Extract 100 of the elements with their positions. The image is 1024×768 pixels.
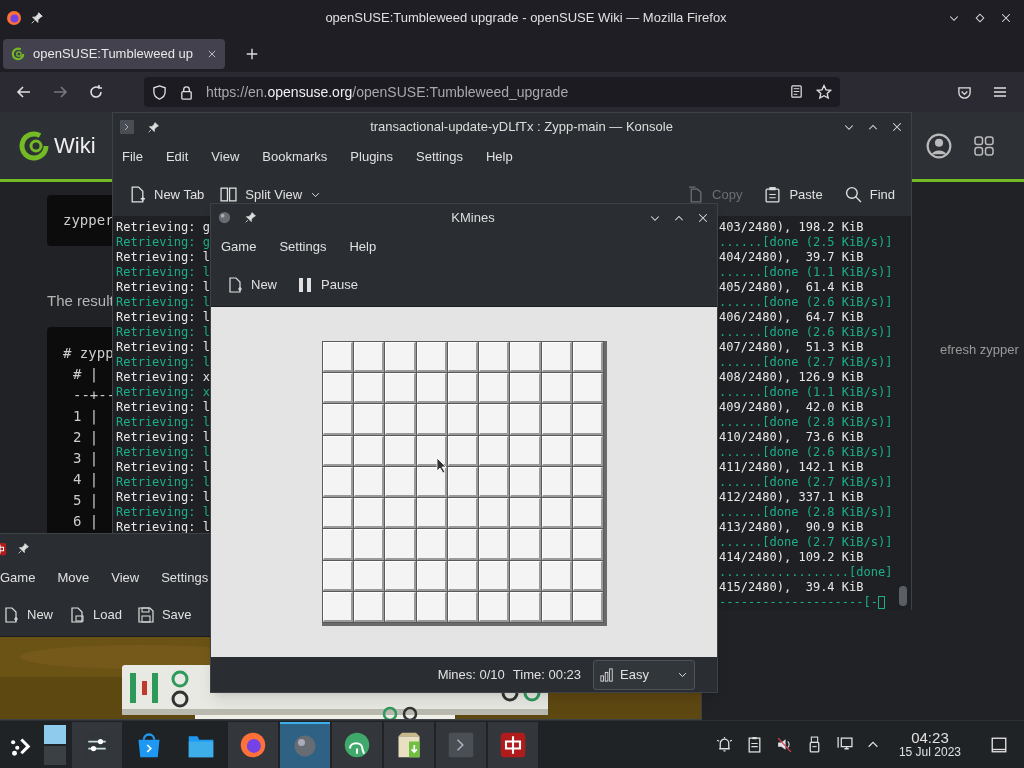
menu-item[interactable]: Move [57, 568, 90, 588]
mine-cell[interactable] [479, 404, 510, 435]
mine-cell[interactable] [479, 498, 510, 529]
mine-cell[interactable] [541, 342, 572, 373]
mine-cell[interactable] [323, 435, 354, 466]
mine-cell[interactable] [354, 529, 385, 560]
toolbar-button[interactable]: Split View [220, 182, 322, 207]
mine-cell[interactable] [510, 435, 541, 466]
mine-cell[interactable] [354, 591, 385, 622]
opensuse-logo-icon[interactable] [18, 129, 50, 162]
mine-cell[interactable] [354, 342, 385, 373]
mine-cell[interactable] [572, 373, 603, 404]
taskbar-button[interactable] [488, 721, 538, 768]
mine-cell[interactable] [323, 591, 354, 622]
mine-cell[interactable] [479, 560, 510, 591]
mine-cell[interactable] [541, 466, 572, 498]
muted-speaker-icon[interactable] [775, 736, 793, 753]
menu-item[interactable]: View [211, 147, 240, 167]
menu-item[interactable]: File [122, 147, 143, 167]
pin-icon[interactable] [30, 11, 44, 25]
new-tab-icon[interactable] [245, 47, 259, 61]
menu-icon[interactable] [992, 84, 1008, 100]
scrollbar-thumb[interactable] [899, 586, 907, 606]
taskbar-button[interactable] [332, 721, 382, 768]
mine-cell[interactable] [479, 373, 510, 404]
mine-cell[interactable] [479, 529, 510, 560]
mine-cell[interactable] [323, 373, 354, 404]
toolbar-button[interactable]: Pause [297, 269, 358, 300]
mine-cell[interactable] [510, 342, 541, 373]
mine-cell[interactable] [385, 466, 416, 498]
browser-tab[interactable]: openSUSE:Tumbleweed up [3, 39, 225, 69]
mine-cell[interactable] [385, 373, 416, 404]
mine-cell[interactable] [416, 373, 447, 404]
menu-item[interactable]: Edit [165, 147, 189, 167]
mine-cell[interactable] [447, 404, 479, 435]
mine-cell[interactable] [385, 529, 416, 560]
reader-view-icon[interactable] [789, 84, 804, 99]
mine-cell[interactable] [385, 435, 416, 466]
clock[interactable]: 04:23 15 Jul 2023 [898, 730, 961, 759]
menu-item[interactable]: Settings [161, 568, 209, 588]
mine-cell[interactable] [510, 498, 541, 529]
apps-grid-icon[interactable] [972, 133, 996, 158]
toolbar-button[interactable]: Save [137, 599, 192, 630]
pin-icon[interactable] [17, 542, 30, 555]
mine-cell[interactable] [510, 560, 541, 591]
menu-item[interactable]: Bookmarks [262, 147, 328, 167]
shield-icon[interactable] [152, 84, 167, 100]
toolbar-button[interactable]: Paste [764, 182, 823, 207]
close-icon[interactable] [1000, 12, 1012, 24]
user-icon[interactable] [926, 132, 952, 159]
menu-item[interactable]: Game [0, 568, 36, 588]
mine-cell[interactable] [541, 404, 572, 435]
mine-cell[interactable] [323, 560, 354, 591]
mine-cell[interactable] [447, 466, 479, 498]
mine-cell[interactable] [572, 560, 603, 591]
mine-cell[interactable] [572, 591, 603, 622]
mine-cell[interactable] [354, 373, 385, 404]
mine-cell[interactable] [416, 560, 447, 591]
mine-cell[interactable] [541, 498, 572, 529]
mine-cell[interactable] [447, 498, 479, 529]
toolbar-button[interactable]: New [227, 269, 277, 300]
mine-cell[interactable] [447, 373, 479, 404]
mine-cell[interactable] [541, 529, 572, 560]
mine-cell[interactable] [323, 404, 354, 435]
mine-cell[interactable] [323, 342, 354, 373]
maximize-icon[interactable] [974, 12, 986, 24]
mine-cell[interactable] [510, 591, 541, 622]
mine-cell[interactable] [416, 529, 447, 560]
reload-icon[interactable] [88, 84, 104, 100]
pin-icon[interactable] [244, 211, 257, 224]
mine-cell[interactable] [385, 498, 416, 529]
bookmark-star-icon[interactable] [816, 84, 832, 100]
menu-item[interactable]: Help [349, 237, 377, 257]
show-desktop-icon[interactable] [990, 735, 1008, 754]
mine-cell[interactable] [323, 529, 354, 560]
mine-cell[interactable] [323, 498, 354, 529]
mine-cell[interactable] [385, 591, 416, 622]
mine-cell[interactable] [572, 466, 603, 498]
mine-cell[interactable] [385, 560, 416, 591]
taskbar-button[interactable] [228, 721, 278, 768]
taskbar-button[interactable] [280, 721, 330, 768]
mine-cell[interactable] [416, 404, 447, 435]
difficulty-dropdown[interactable]: Easy [593, 659, 695, 690]
mine-cell[interactable] [510, 466, 541, 498]
mine-cell[interactable] [354, 404, 385, 435]
taskbar-button[interactable] [72, 721, 122, 768]
mine-cell[interactable] [510, 529, 541, 560]
mine-cell[interactable] [510, 404, 541, 435]
mine-cell[interactable] [447, 560, 479, 591]
mine-cell[interactable] [541, 560, 572, 591]
mine-cell[interactable] [541, 373, 572, 404]
mine-cell[interactable] [572, 529, 603, 560]
mine-cell[interactable] [354, 466, 385, 498]
pin-icon[interactable] [147, 120, 160, 134]
mine-cell[interactable] [447, 435, 479, 466]
menu-item[interactable]: Settings [279, 237, 327, 257]
lock-icon[interactable] [179, 84, 194, 100]
mine-cell[interactable] [572, 435, 603, 466]
mine-cell[interactable] [510, 373, 541, 404]
mine-cell[interactable] [354, 560, 385, 591]
